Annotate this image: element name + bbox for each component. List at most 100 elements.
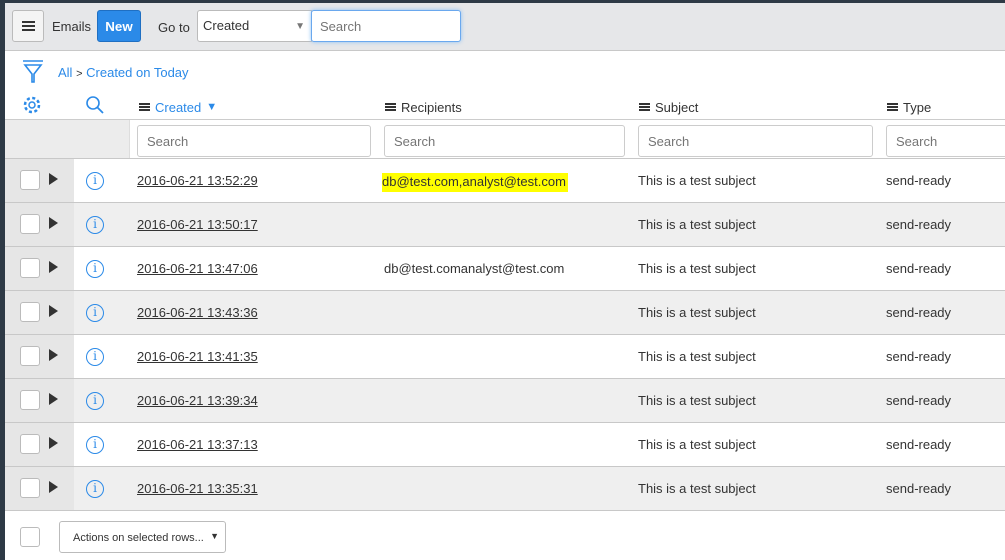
column-search-row — [5, 119, 1005, 159]
goto-label: Go to — [158, 20, 190, 35]
created-link[interactable]: 2016-06-21 13:39:34 — [137, 393, 258, 408]
row-checkbox[interactable] — [20, 346, 40, 366]
sort-desc-icon: ▼ — [206, 101, 218, 113]
info-icon[interactable]: i — [86, 348, 104, 366]
select-all-checkbox[interactable] — [20, 527, 40, 547]
row-checkbox[interactable] — [20, 170, 40, 190]
column-header-subject[interactable]: Subject — [639, 96, 698, 118]
breadcrumb: All > Created on Today — [58, 65, 189, 80]
row-checkbox[interactable] — [20, 478, 40, 498]
search-icon[interactable] — [85, 95, 105, 115]
actions-label: Actions on selected rows... — [73, 532, 204, 544]
search-subject[interactable] — [638, 125, 873, 157]
info-icon[interactable]: i — [86, 392, 104, 410]
list-footer: Actions on selected rows... ▼ — [5, 510, 1005, 560]
chevron-down-icon: ▼ — [210, 531, 219, 541]
breadcrumb-filter[interactable]: Created on Today — [86, 65, 188, 80]
created-link[interactable]: 2016-06-21 13:37:13 — [137, 437, 258, 452]
search-type[interactable] — [886, 125, 1005, 157]
column-label: Subject — [655, 99, 699, 115]
recipients-cell: db@test.com,analyst@test.com — [382, 173, 568, 192]
column-label: Recipients — [401, 99, 462, 115]
expand-row-icon[interactable] — [49, 261, 58, 273]
expand-row-icon[interactable] — [49, 349, 58, 361]
expand-row-icon[interactable] — [49, 393, 58, 405]
type-cell: send-ready — [886, 173, 952, 188]
new-button[interactable]: New — [97, 10, 141, 42]
column-header-recipients[interactable]: Recipients — [385, 96, 462, 118]
column-menu-icon[interactable] — [887, 103, 898, 111]
row-checkbox[interactable] — [20, 390, 40, 410]
row-checkbox[interactable] — [20, 214, 40, 234]
subject-cell: This is a test subject — [638, 393, 756, 408]
created-link[interactable]: 2016-06-21 13:47:06 — [137, 261, 258, 276]
subject-cell: This is a test subject — [638, 261, 756, 276]
column-menu-icon[interactable] — [639, 103, 650, 111]
subject-cell: This is a test subject — [638, 481, 756, 496]
hamburger-icon — [21, 21, 35, 31]
recipients-cell: db@test.comanalyst@test.com — [384, 261, 565, 276]
info-icon[interactable]: i — [86, 172, 104, 190]
table-row: i 2016-06-21 13:47:06 db@test.comanalyst… — [5, 246, 1005, 290]
type-cell: send-ready — [886, 437, 952, 452]
list-title: Emails — [52, 19, 92, 34]
subject-cell: This is a test subject — [638, 305, 756, 320]
goto-field-select[interactable]: Created ▼ — [197, 10, 312, 42]
expand-row-icon[interactable] — [49, 173, 58, 185]
created-link[interactable]: 2016-06-21 13:35:31 — [137, 481, 258, 496]
table-row: i 2016-06-21 13:35:31 This is a test sub… — [5, 466, 1005, 510]
table-row: i 2016-06-21 13:39:34 This is a test sub… — [5, 378, 1005, 422]
type-cell: send-ready — [886, 261, 952, 276]
info-icon[interactable]: i — [86, 216, 104, 234]
info-icon[interactable]: i — [86, 480, 104, 498]
row-checkbox[interactable] — [20, 434, 40, 454]
column-menu-icon[interactable] — [385, 103, 396, 111]
table-row: i 2016-06-21 13:43:36 This is a test sub… — [5, 290, 1005, 334]
column-header-created[interactable]: Created ▼ — [139, 96, 217, 118]
search-input[interactable] — [311, 10, 461, 42]
type-cell: send-ready — [886, 481, 952, 496]
created-link[interactable]: 2016-06-21 13:43:36 — [137, 305, 258, 320]
list-header-bar: Emails New Go to Created ▼ — [5, 0, 1005, 51]
table-row: i 2016-06-21 13:41:35 This is a test sub… — [5, 334, 1005, 378]
subject-cell: This is a test subject — [638, 217, 756, 232]
subject-cell: This is a test subject — [638, 349, 756, 364]
created-link[interactable]: 2016-06-21 13:52:29 — [137, 173, 258, 188]
expand-row-icon[interactable] — [49, 481, 58, 493]
subject-cell: This is a test subject — [638, 173, 756, 188]
goto-field-value: Created — [203, 18, 250, 33]
row-checkbox[interactable] — [20, 258, 40, 278]
table-row: i 2016-06-21 13:37:13 This is a test sub… — [5, 422, 1005, 466]
search-created[interactable] — [137, 125, 371, 157]
menu-button[interactable] — [12, 10, 44, 42]
type-cell: send-ready — [886, 217, 952, 232]
info-icon[interactable]: i — [86, 436, 104, 454]
column-menu-icon[interactable] — [139, 103, 150, 111]
expand-row-icon[interactable] — [49, 305, 58, 317]
table-row: i 2016-06-21 13:50:17 This is a test sub… — [5, 202, 1005, 246]
breadcrumb-separator: > — [76, 68, 83, 80]
column-label: Type — [903, 99, 932, 115]
actions-select[interactable]: Actions on selected rows... ▼ — [59, 521, 226, 553]
breadcrumb-area: All > Created on Today Created ▼ Recipien… — [5, 52, 1005, 119]
info-icon[interactable]: i — [86, 260, 104, 278]
type-cell: send-ready — [886, 349, 952, 364]
search-row-gutter — [5, 120, 130, 159]
created-link[interactable]: 2016-06-21 13:50:17 — [137, 217, 258, 232]
column-header-type[interactable]: Type — [887, 96, 931, 118]
chevron-down-icon: ▼ — [295, 21, 305, 32]
table-row: i 2016-06-21 13:52:29 db@test.com,analys… — [5, 158, 1005, 202]
expand-row-icon[interactable] — [49, 437, 58, 449]
filter-icon[interactable] — [22, 59, 44, 85]
type-cell: send-ready — [886, 393, 952, 408]
expand-row-icon[interactable] — [49, 217, 58, 229]
type-cell: send-ready — [886, 305, 952, 320]
breadcrumb-all[interactable]: All — [58, 65, 72, 80]
gear-icon[interactable] — [22, 95, 42, 115]
subject-cell: This is a test subject — [638, 437, 756, 452]
info-icon[interactable]: i — [86, 304, 104, 322]
row-checkbox[interactable] — [20, 302, 40, 322]
created-link[interactable]: 2016-06-21 13:41:35 — [137, 349, 258, 364]
search-recipients[interactable] — [384, 125, 625, 157]
column-label: Created — [155, 99, 202, 115]
